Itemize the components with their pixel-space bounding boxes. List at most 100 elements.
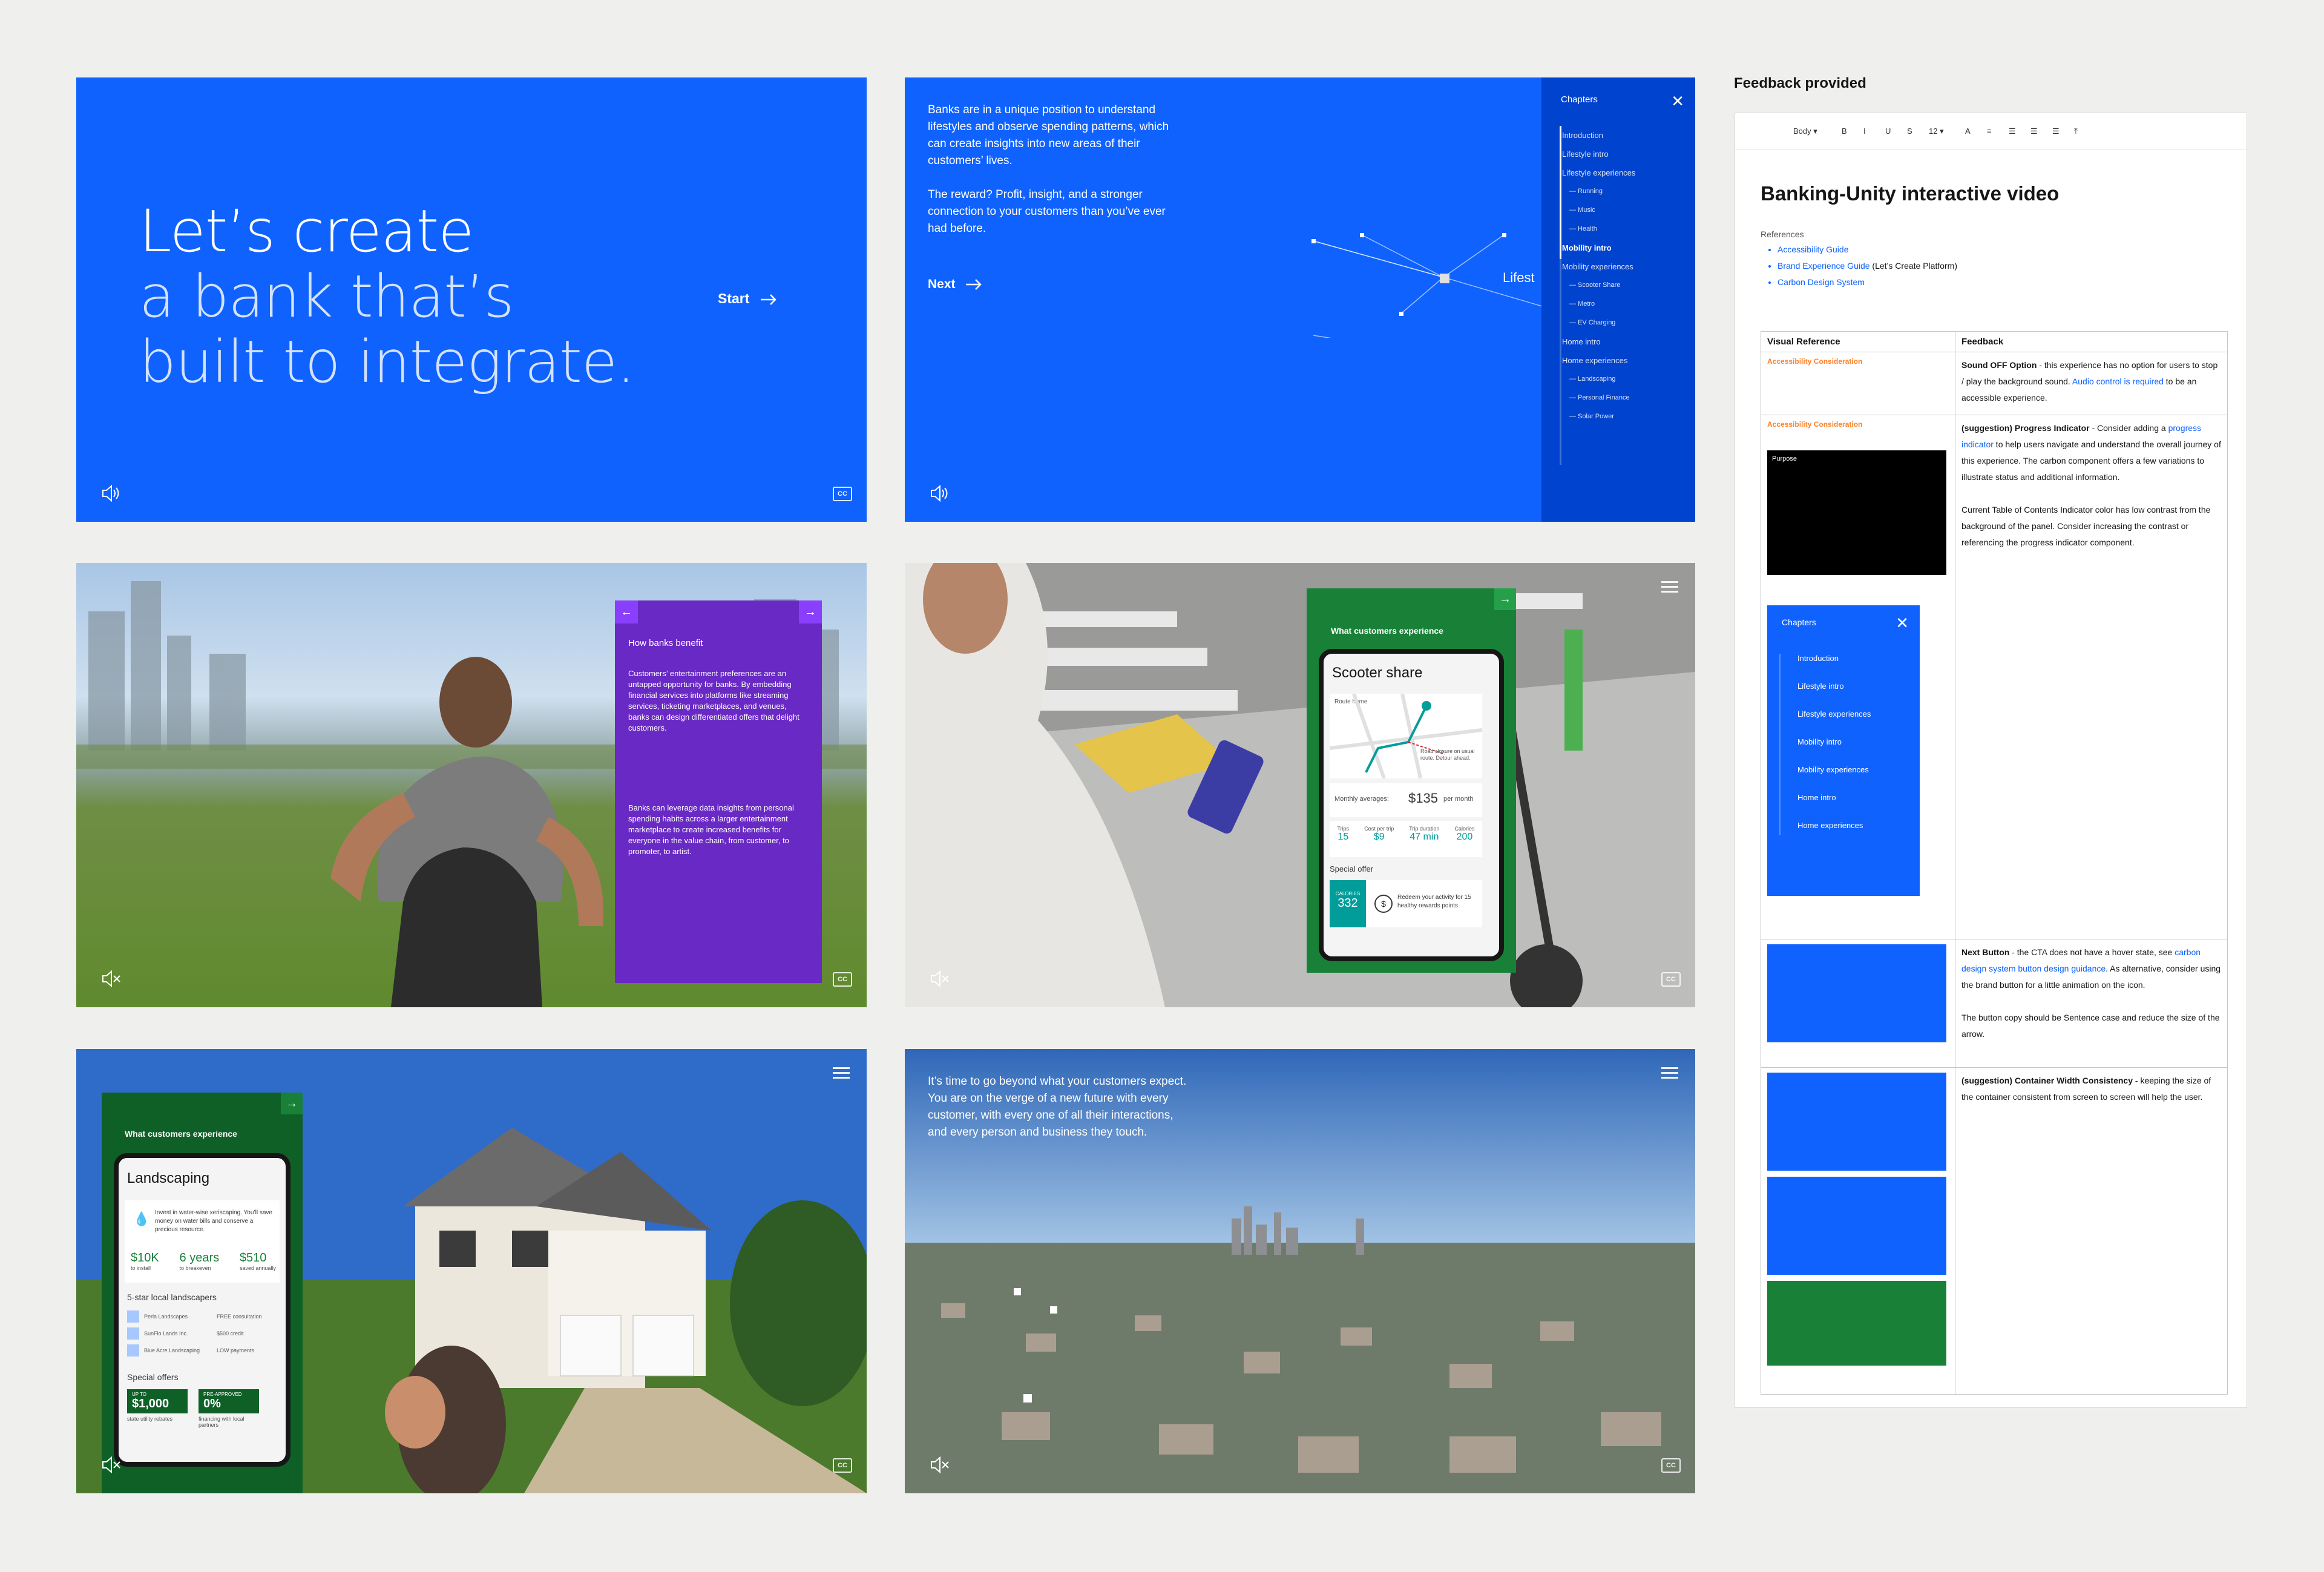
close-icon[interactable]: ✕ bbox=[1671, 92, 1684, 111]
offer-text: Redeem your activity for 15 healthy rewa… bbox=[1397, 894, 1471, 909]
chapter-item[interactable]: — Scooter Share bbox=[1562, 276, 1689, 295]
volume-up-icon[interactable] bbox=[929, 483, 950, 504]
landscaper-row[interactable]: Blue Acre Landscaping LOW payments bbox=[127, 1342, 277, 1359]
toolbar-button[interactable]: ☰ bbox=[2030, 127, 2038, 136]
captions-button[interactable]: CC bbox=[833, 487, 852, 501]
experience-card: → What customers experience Landscaping … bbox=[102, 1093, 303, 1493]
offer-item[interactable]: UP TO $1,000 state utility rebates bbox=[127, 1389, 188, 1428]
volume-mute-icon[interactable] bbox=[100, 969, 121, 989]
chapter-item[interactable]: Lifestyle intro bbox=[1562, 145, 1689, 163]
captions-button[interactable]: CC bbox=[833, 1458, 852, 1473]
chapter-item[interactable]: Lifestyle experiences bbox=[1562, 163, 1689, 182]
toolbar-button[interactable]: ⤒ bbox=[2074, 127, 2078, 136]
street-photo bbox=[905, 563, 1695, 1007]
arrow-right-icon[interactable]: → bbox=[1494, 588, 1516, 610]
card-title: What customers experience bbox=[1331, 626, 1443, 636]
stat-label: to install bbox=[131, 1265, 151, 1271]
arrow-right-icon[interactable]: → bbox=[281, 1093, 303, 1114]
captions-button[interactable]: CC bbox=[833, 972, 852, 987]
captions-button[interactable]: CC bbox=[1661, 1458, 1681, 1473]
chapters-panel: Chapters ✕ Introduction Lifestyle intro Li… bbox=[1541, 77, 1695, 522]
volume-up-icon[interactable] bbox=[100, 483, 121, 504]
stat-item: Cost per trip $9 bbox=[1364, 826, 1394, 843]
volume-mute-icon[interactable] bbox=[929, 1455, 950, 1475]
reference-item[interactable]: Brand Experience Guide (Let’s Create Pla… bbox=[1777, 258, 1957, 274]
chapter-item[interactable]: — Music bbox=[1562, 201, 1689, 220]
reference-item[interactable]: Accessibility Guide bbox=[1777, 242, 1957, 258]
stat-value: $10K bbox=[131, 1251, 159, 1265]
arrow-right-icon[interactable]: → bbox=[799, 600, 822, 623]
toolbar-button[interactable]: 12 ▾ bbox=[1929, 127, 1944, 136]
intro-text: Banks are in a unique position to unders… bbox=[928, 102, 1182, 254]
thumb-chapter-item: Lifestyle intro bbox=[1797, 682, 1844, 691]
chapter-item[interactable]: Home intro bbox=[1562, 332, 1689, 351]
captions-button[interactable]: CC bbox=[1661, 972, 1681, 987]
chapter-item[interactable]: — Landscaping bbox=[1562, 370, 1689, 389]
table-row: Accessibility Consideration Sound OFF Op… bbox=[1761, 352, 2228, 415]
calories-badge-label: CALORIES bbox=[1335, 891, 1361, 896]
chapter-item[interactable]: Introduction bbox=[1562, 126, 1689, 145]
monthly-label: Monthly averages: bbox=[1334, 795, 1389, 803]
landscapers-list: Perla Landscapes FREE consultation SunFlo … bbox=[127, 1308, 277, 1359]
chapter-item[interactable]: — Health bbox=[1562, 220, 1689, 238]
feedback-table: Visual Reference Feedback Accessibility … bbox=[1761, 331, 2228, 1395]
stat-item: 6 years to breakeven bbox=[180, 1251, 220, 1271]
close-icon: ✕ bbox=[1896, 614, 1909, 632]
landscaper-row[interactable]: Perla Landscapes FREE consultation bbox=[127, 1308, 277, 1325]
volume-mute-icon[interactable] bbox=[929, 969, 950, 989]
calories-badge: CALORIES 332 bbox=[1330, 880, 1366, 927]
chapter-item[interactable]: — Solar Power bbox=[1562, 407, 1689, 426]
reference-link[interactable]: Brand Experience Guide bbox=[1777, 261, 1870, 271]
toolbar-button[interactable]: I bbox=[1863, 127, 1866, 136]
row-link[interactable]: Audio control is required bbox=[2072, 377, 2164, 386]
menu-icon[interactable] bbox=[1661, 1067, 1678, 1079]
slide-city-future: It’s time to go beyond what your custome… bbox=[905, 1049, 1695, 1493]
toolbar-button[interactable]: A bbox=[1965, 127, 1971, 136]
toolbar-button[interactable]: B bbox=[1842, 127, 1847, 136]
landscaper-name: Perla Landscapes bbox=[144, 1314, 188, 1320]
offer-top: UP TO bbox=[132, 1392, 147, 1397]
toolbar-button[interactable]: S bbox=[1907, 127, 1912, 136]
chapter-item[interactable]: — Metro bbox=[1562, 295, 1689, 314]
node-label: Lifest bbox=[1503, 270, 1535, 285]
start-button[interactable]: Start bbox=[718, 291, 778, 307]
offer-item[interactable]: PRE-APPROVED 0% financing with local partn… bbox=[199, 1389, 259, 1428]
toolbar-button[interactable]: ☰ bbox=[2052, 127, 2060, 136]
offers-row: UP TO $1,000 state utility rebates PRE-APPR… bbox=[127, 1389, 277, 1428]
reference-link[interactable]: Carbon Design System bbox=[1777, 277, 1865, 287]
stat-label: Cost per trip bbox=[1364, 826, 1394, 832]
toolbar-button[interactable]: ☰ bbox=[2009, 127, 2016, 136]
menu-icon[interactable] bbox=[1661, 581, 1678, 593]
title-line-3: built to integrate. bbox=[139, 328, 635, 396]
chapter-item[interactable]: Mobility intro bbox=[1562, 238, 1689, 257]
offer-value: $1,000 bbox=[132, 1397, 169, 1410]
chapter-item[interactable]: — Running bbox=[1562, 182, 1689, 201]
next-button[interactable]: Next bbox=[928, 277, 983, 292]
closing-paragraph: It’s time to go beyond what your custome… bbox=[928, 1075, 1187, 1139]
landscaper-row[interactable]: SunFlo Lands Inc. $500 credit bbox=[127, 1325, 277, 1342]
volume-mute-icon[interactable] bbox=[100, 1455, 121, 1475]
chapter-item[interactable]: Mobility experiences bbox=[1562, 257, 1689, 276]
thumb-chapter-item: Home experiences bbox=[1797, 821, 1863, 830]
feedback-document: Body ▾ B I U S 12 ▾ A ≡ ☰ ☰ ☰ ⤒ Banking-Unity inter… bbox=[1735, 113, 2247, 1408]
reference-item[interactable]: Carbon Design System bbox=[1777, 274, 1957, 291]
offer-row: CALORIES 332 $ Redeem your activity for … bbox=[1330, 880, 1482, 927]
references-list: Accessibility Guide Brand Experience Guid… bbox=[1761, 242, 1957, 291]
stat-item: $510 saved annually bbox=[240, 1251, 276, 1271]
stat-value: 47 min bbox=[1410, 832, 1439, 842]
row-extra: Current Table of Contents Indicator colo… bbox=[1961, 505, 2211, 547]
chapter-item[interactable]: — Personal Finance bbox=[1562, 389, 1689, 407]
toolbar-button[interactable]: U bbox=[1885, 127, 1891, 136]
toolbar-button[interactable]: ≡ bbox=[1987, 127, 1992, 136]
toolbar-button[interactable]: Body ▾ bbox=[1793, 127, 1817, 136]
row-title: (suggestion) Container Width Consistency bbox=[1961, 1076, 2133, 1085]
purpose-thumbnail: Purpose bbox=[1767, 450, 1946, 575]
arrow-left-icon[interactable]: ← bbox=[615, 600, 638, 623]
reference-link[interactable]: Accessibility Guide bbox=[1777, 245, 1849, 254]
stat-item: Trips 15 bbox=[1338, 826, 1350, 843]
chapter-item[interactable]: Home experiences bbox=[1562, 351, 1689, 370]
chapter-item[interactable]: — EV Charging bbox=[1562, 314, 1689, 332]
phone-mockup: Scooter share Route home Road closure on… bbox=[1319, 649, 1504, 961]
menu-icon[interactable] bbox=[833, 1067, 850, 1079]
experience-card: → What customers experience Scooter shar… bbox=[1307, 588, 1516, 973]
